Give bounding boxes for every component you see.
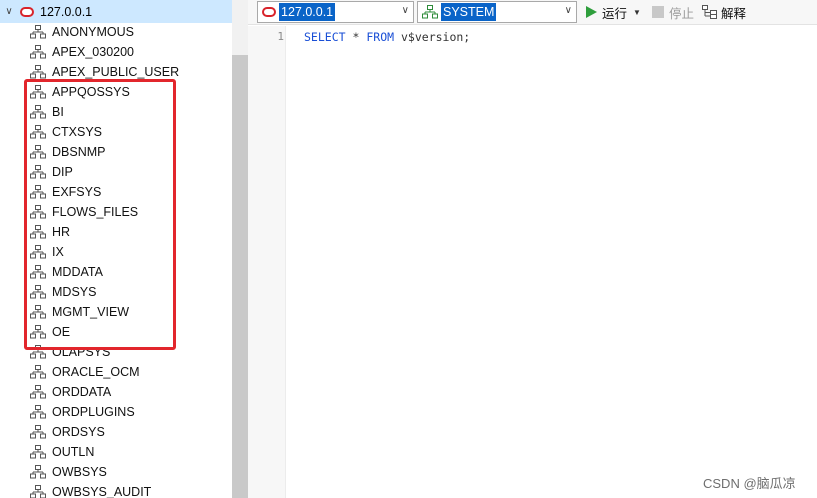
tree-item-schema[interactable]: OWBSYS_AUDIT <box>0 482 232 498</box>
tree-item-label: OWBSYS_AUDIT <box>52 485 152 498</box>
tree-item-schema[interactable]: ORDPLUGINS <box>0 402 232 422</box>
schema-icon <box>422 5 438 19</box>
keyword-from: FROM <box>366 30 395 44</box>
tree-item-label: ORDPLUGINS <box>52 405 135 419</box>
play-icon <box>586 6 597 18</box>
watermark-text: CSDN @脑瓜凉 <box>703 476 796 491</box>
connection-select[interactable]: 127.0.0.1 ∨ <box>257 1 414 23</box>
explain-button[interactable]: 解释 <box>702 4 747 21</box>
stop-icon <box>652 6 664 18</box>
tree-item-label: ANONYMOUS <box>52 25 134 39</box>
code-line[interactable]: SELECT * FROM v$version; <box>304 30 470 44</box>
tree-item-schema[interactable]: ORDDATA <box>0 382 232 402</box>
schema-icon <box>30 25 46 39</box>
tree-item-schema[interactable]: ORDSYS <box>0 422 232 442</box>
tree-item-schema[interactable]: OUTLN <box>0 442 232 462</box>
schema-select[interactable]: SYSTEM ∨ <box>417 1 577 23</box>
tree-scrollbar-thumb[interactable] <box>232 55 248 498</box>
tree-item-label: ORDSYS <box>52 425 105 439</box>
chevron-down-icon[interactable]: ∨ <box>2 6 16 17</box>
tree-item-schema[interactable]: ORACLE_OCM <box>0 362 232 382</box>
schema-select-value: SYSTEM <box>441 3 497 21</box>
tree-item-label: APEX_030200 <box>52 45 135 59</box>
run-button[interactable]: 运行 ▼ <box>586 4 641 21</box>
query-panel: 127.0.0.1 ∨ SYSTEM ∨ 运行 ▼ 停止 解释 1 SELECT… <box>248 0 817 498</box>
keyword-select: SELECT <box>304 30 346 44</box>
tree-item-label: APEX_PUBLIC_USER <box>52 65 180 79</box>
tree-item-schema[interactable]: APEX_030200 <box>0 42 232 62</box>
schema-icon <box>30 365 46 379</box>
tree-item-label: OWBSYS <box>52 465 107 479</box>
schema-icon <box>30 485 46 498</box>
database-connection-icon <box>262 7 276 17</box>
stop-label: 停止 <box>669 6 695 21</box>
stop-button[interactable]: 停止 <box>652 4 695 21</box>
chevron-down-icon[interactable]: ∨ <box>565 5 572 16</box>
query-toolbar: 127.0.0.1 ∨ SYSTEM ∨ 运行 ▼ 停止 解释 <box>248 0 817 25</box>
explain-plan-icon <box>702 5 717 19</box>
token-star: * <box>352 30 360 44</box>
caret-down-icon[interactable]: ▼ <box>633 8 641 17</box>
sql-editor[interactable]: 1 SELECT * FROM v$version; <box>248 26 817 498</box>
token-target-view: v$version; <box>401 30 471 44</box>
tree-item-label: ORDDATA <box>52 385 112 399</box>
chevron-down-icon[interactable]: ∨ <box>402 5 409 16</box>
explain-label: 解释 <box>721 6 747 21</box>
run-label: 运行 <box>602 6 628 21</box>
schema-icon <box>30 385 46 399</box>
schema-icon <box>30 445 46 459</box>
tree-item-label: ORACLE_OCM <box>52 365 140 379</box>
line-number-gutter: 1 <box>248 26 286 498</box>
schema-icon <box>30 425 46 439</box>
connection-select-value: 127.0.0.1 <box>279 3 336 21</box>
tree-item-schema[interactable]: ANONYMOUS <box>0 22 232 42</box>
annotation-highlight-box <box>24 79 176 350</box>
schema-icon <box>30 405 46 419</box>
tree-item-schema[interactable]: OWBSYS <box>0 462 232 482</box>
schema-icon <box>30 65 46 79</box>
tree-root-connection[interactable]: ∨ 127.0.0.1 <box>0 0 232 23</box>
schema-icon <box>30 465 46 479</box>
tree-root-label: 127.0.0.1 <box>40 4 93 19</box>
schema-icon <box>30 45 46 59</box>
database-connection-icon <box>20 6 34 17</box>
tree-item-label: OUTLN <box>52 445 95 459</box>
line-number: 1 <box>277 30 284 43</box>
